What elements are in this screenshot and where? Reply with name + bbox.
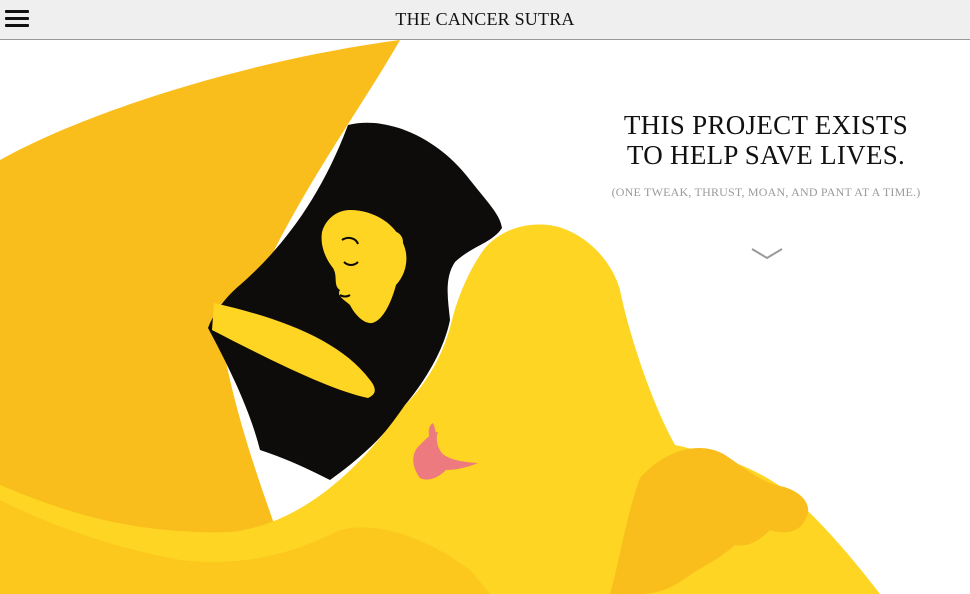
headline-line-2: TO HELP SAVE LIVES. (626, 140, 906, 170)
subheadline: (ONE TWEAK, THRUST, MOAN, AND PANT AT A … (611, 185, 921, 199)
chevron-down-icon[interactable] (750, 244, 784, 262)
headline-line-1: THIS PROJECT EXISTS (623, 110, 909, 140)
hero-text: THIS PROJECT EXISTS TO HELP SAVE LIVES. … (600, 110, 932, 200)
site-title[interactable]: THE CANCER SUTRA (0, 9, 970, 30)
woman-ear (381, 231, 403, 253)
top-bar: THE CANCER SUTRA (0, 0, 970, 40)
